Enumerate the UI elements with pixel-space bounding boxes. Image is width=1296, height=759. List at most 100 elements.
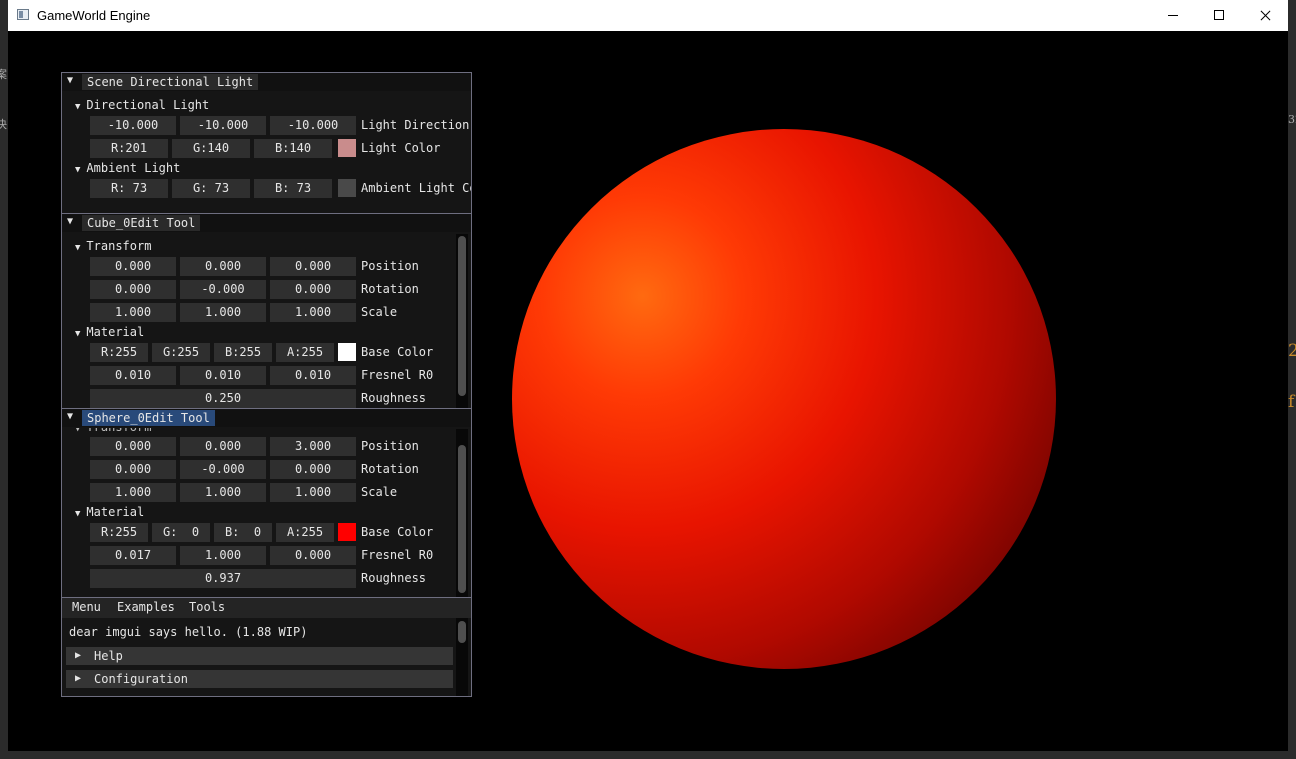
scale-y[interactable]: 1.000 <box>180 483 266 502</box>
help-section[interactable]: ▶ Help <box>66 647 453 665</box>
position-y[interactable]: 0.000 <box>180 437 266 456</box>
scrollbar-thumb[interactable] <box>458 445 466 593</box>
section-label: Help <box>94 649 123 663</box>
light-color-b[interactable]: B:140 <box>254 139 332 158</box>
header-label: Ambient Light <box>86 161 181 175</box>
base-color-g[interactable]: G:255 <box>152 343 210 362</box>
window-title: GameWorld Engine <box>37 8 151 23</box>
position-x[interactable]: 0.000 <box>90 257 176 276</box>
rotation-y[interactable]: -0.000 <box>180 280 266 299</box>
header-label: Material <box>86 505 145 519</box>
position-y[interactable]: 0.000 <box>180 257 266 276</box>
header-label: Material <box>86 325 145 339</box>
base-color-r[interactable]: R:255 <box>90 523 148 542</box>
scrollbar[interactable] <box>456 618 468 696</box>
position-x[interactable]: 0.000 <box>90 437 176 456</box>
directional-light-header[interactable]: ▼ Directional Light <box>75 97 209 113</box>
scale-y[interactable]: 1.000 <box>180 303 266 322</box>
panel-title-bar[interactable]: ▼ Scene Directional Light <box>62 73 471 91</box>
light-color-r[interactable]: R:201 <box>90 139 168 158</box>
panel-title-overlay: ▼ Sphere_0Edit Tool <box>62 409 471 427</box>
background-glyph: 2 <box>1288 341 1296 361</box>
ambient-color-swatch[interactable] <box>338 179 356 197</box>
roughness-label: Roughness <box>361 571 427 585</box>
sphere-edit-panel[interactable]: ▼ Sphere_0Edit Tool ▼Transform ▼ Sphere_… <box>61 408 472 598</box>
base-color-b[interactable]: B: 0 <box>214 523 272 542</box>
transform-header[interactable]: ▼ Transform <box>75 238 151 254</box>
scale-z[interactable]: 1.000 <box>270 483 356 502</box>
scrollbar[interactable] <box>456 429 468 597</box>
render-viewport[interactable]: ▼ Scene Directional Light ▼ Directional L… <box>8 31 1288 751</box>
position-z[interactable]: 0.000 <box>270 257 356 276</box>
scale-x[interactable]: 1.000 <box>90 303 176 322</box>
base-color-swatch[interactable] <box>338 523 356 541</box>
menu-bar: Menu Examples Tools <box>62 598 471 618</box>
menu-item-menu[interactable]: Menu <box>72 600 101 614</box>
fresnel-z[interactable]: 0.010 <box>270 366 356 385</box>
imgui-demo-panel[interactable]: Menu Examples Tools dear imgui says hell… <box>61 597 472 697</box>
close-icon[interactable] <box>1242 0 1288 31</box>
light-color-swatch[interactable] <box>338 139 356 157</box>
title-bar[interactable]: GameWorld Engine <box>8 0 1288 31</box>
rendered-sphere <box>512 129 1056 669</box>
maximize-icon[interactable] <box>1196 0 1242 31</box>
scene-light-panel[interactable]: ▼ Scene Directional Light ▼ Directional L… <box>61 72 472 214</box>
fresnel-z[interactable]: 0.000 <box>270 546 356 565</box>
rotation-x[interactable]: 0.000 <box>90 280 176 299</box>
configuration-section[interactable]: ▶ Configuration <box>66 670 453 688</box>
fresnel-y[interactable]: 1.000 <box>180 546 266 565</box>
menu-item-tools[interactable]: Tools <box>189 600 225 614</box>
fresnel-x[interactable]: 0.017 <box>90 546 176 565</box>
scale-label: Scale <box>361 485 398 499</box>
scrollbar-thumb[interactable] <box>458 236 466 396</box>
ambient-light-header[interactable]: ▼ Ambient Light <box>75 160 180 176</box>
panel-title[interactable]: Scene Directional Light <box>82 74 259 90</box>
ambient-color-g[interactable]: G: 73 <box>172 179 250 198</box>
base-color-g[interactable]: G: 0 <box>152 523 210 542</box>
rotation-z[interactable]: 0.000 <box>270 280 356 299</box>
menu-item-examples[interactable]: Examples <box>117 600 175 614</box>
roughness-label: Roughness <box>361 391 427 405</box>
scrollbar-thumb[interactable] <box>458 621 466 643</box>
light-color-label: Light Color <box>361 141 441 155</box>
ambient-color-b[interactable]: B: 73 <box>254 179 332 198</box>
panel-title[interactable]: Sphere_0Edit Tool <box>82 410 215 426</box>
roughness-slider[interactable]: 0.250 <box>90 389 356 408</box>
fresnel-x[interactable]: 0.010 <box>90 366 176 385</box>
tree-open-icon: ▼ <box>75 102 81 112</box>
ambient-color-r[interactable]: R: 73 <box>90 179 168 198</box>
collapse-arrow-icon[interactable]: ▼ <box>67 75 73 86</box>
rotation-y[interactable]: -0.000 <box>180 460 266 479</box>
panel-title[interactable]: Cube_0Edit Tool <box>82 215 201 231</box>
base-color-r[interactable]: R:255 <box>90 343 148 362</box>
rotation-label: Rotation <box>361 462 419 476</box>
material-header[interactable]: ▼ Material <box>75 324 144 340</box>
scale-z[interactable]: 1.000 <box>270 303 356 322</box>
collapse-arrow-icon[interactable]: ▼ <box>67 411 73 422</box>
cube-edit-panel[interactable]: ▼ Cube_0Edit Tool ▼ Transform 0.000 0.000… <box>61 213 472 409</box>
minimize-icon[interactable] <box>1150 0 1196 31</box>
base-color-a[interactable]: A:255 <box>276 343 334 362</box>
light-direction-y[interactable]: -10.000 <box>180 116 266 135</box>
panel-title-bar[interactable]: ▼ Cube_0Edit Tool <box>62 214 471 232</box>
base-color-a[interactable]: A:255 <box>276 523 334 542</box>
fresnel-label: Fresnel R0 <box>361 548 434 562</box>
light-direction-z[interactable]: -10.000 <box>270 116 356 135</box>
scale-x[interactable]: 1.000 <box>90 483 176 502</box>
base-color-b[interactable]: B:255 <box>214 343 272 362</box>
scale-label: Scale <box>361 305 398 319</box>
light-color-g[interactable]: G:140 <box>172 139 250 158</box>
material-header[interactable]: ▼ Material <box>75 504 144 520</box>
rotation-x[interactable]: 0.000 <box>90 460 176 479</box>
scrollbar[interactable] <box>456 234 468 408</box>
fresnel-y[interactable]: 0.010 <box>180 366 266 385</box>
tree-closed-icon: ▶ <box>75 650 82 661</box>
tree-open-icon: ▼ <box>75 243 81 253</box>
roughness-slider[interactable]: 0.937 <box>90 569 356 588</box>
light-direction-x[interactable]: -10.000 <box>90 116 176 135</box>
base-color-swatch[interactable] <box>338 343 356 361</box>
tree-open-icon: ▼ <box>75 329 81 339</box>
collapse-arrow-icon[interactable]: ▼ <box>67 216 73 227</box>
position-z[interactable]: 3.000 <box>270 437 356 456</box>
rotation-z[interactable]: 0.000 <box>270 460 356 479</box>
